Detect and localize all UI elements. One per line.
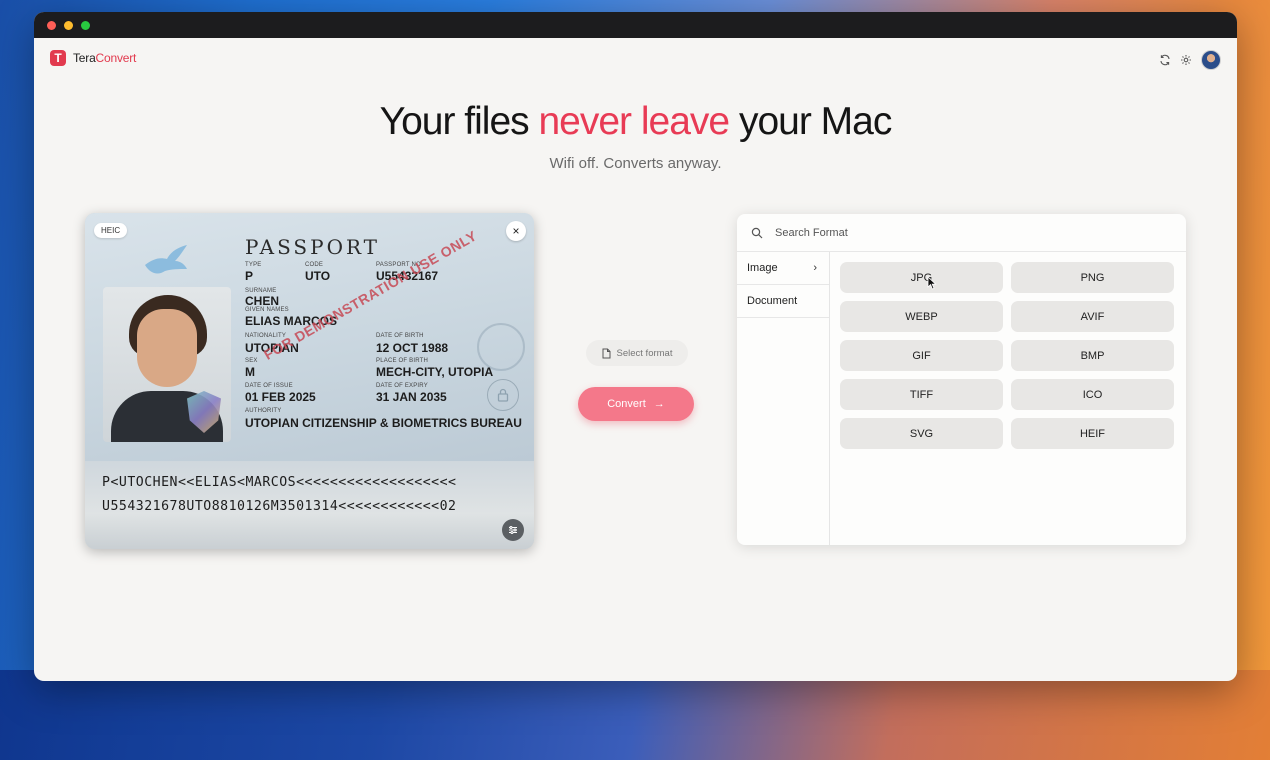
dob-label: DATE OF BIRTH — [376, 333, 424, 339]
select-format-button[interactable]: Select format — [586, 340, 688, 366]
header-actions — [1159, 50, 1221, 70]
app-header: T TeraConvert — [50, 50, 1221, 70]
authority-label: AUTHORITY — [245, 408, 282, 414]
minimize-window-button[interactable] — [64, 20, 73, 30]
lock-watermark-icon — [487, 379, 519, 411]
desktop-wallpaper — [0, 670, 1270, 760]
title-accent: never leave — [538, 100, 730, 143]
search-format-input[interactable] — [773, 225, 1157, 240]
format-gif[interactable]: GIF — [840, 340, 1003, 371]
category-list: Image › Document — [737, 252, 830, 545]
sliders-icon — [509, 526, 517, 534]
format-label: HEIF — [1079, 427, 1106, 440]
zoom-window-button[interactable] — [81, 20, 90, 30]
format-label: SVG — [909, 427, 934, 440]
select-format-label: Select format — [616, 347, 673, 359]
convert-label: Convert — [607, 398, 646, 410]
category-image[interactable]: Image › — [737, 252, 829, 285]
document-icon — [602, 348, 611, 358]
title-part-1: Your files — [379, 100, 539, 143]
format-label: PNG — [1080, 271, 1105, 284]
close-window-button[interactable] — [47, 20, 56, 30]
issue-date-label: DATE OF ISSUE — [245, 383, 293, 389]
issue-date-value: 01 FEB 2025 — [245, 390, 316, 404]
convert-button[interactable]: Convert → — [578, 387, 694, 421]
category-label: Image — [747, 262, 778, 274]
given-names-label: GIVEN NAMES — [245, 307, 289, 313]
expiry-date-label: DATE OF EXPIRY — [376, 383, 428, 389]
app-name-accent: Convert — [95, 51, 137, 65]
remove-file-button[interactable]: × — [506, 221, 526, 241]
format-badge: HEIC — [94, 223, 128, 238]
format-heif[interactable]: HEIF — [1011, 418, 1174, 449]
expiry-date-value: 31 JAN 2035 — [376, 390, 447, 404]
sex-label: SEX — [245, 358, 258, 364]
format-svg[interactable]: SVG — [840, 418, 1003, 449]
format-webp[interactable]: WEBP — [840, 301, 1003, 332]
format-png[interactable]: PNG — [1011, 262, 1174, 293]
pob-label: PLACE OF BIRTH — [376, 358, 429, 364]
title-part-2: your Mac — [729, 100, 892, 143]
title-bar — [34, 12, 1237, 38]
passport-photo — [103, 287, 231, 442]
type-value: P — [245, 269, 254, 283]
app-name: TeraConvert — [73, 51, 136, 65]
format-picker: Image › Document JPG PNG WEBP AVIF GIF B… — [737, 214, 1186, 545]
chevron-right-icon: › — [813, 262, 817, 274]
format-label: ICO — [1082, 388, 1103, 401]
category-document[interactable]: Document — [737, 285, 829, 318]
user-avatar[interactable] — [1201, 50, 1221, 70]
dove-emblem-icon — [145, 245, 187, 274]
mrz-line-1: P<UTOCHEN<<ELIAS<MARCOS<<<<<<<<<<<<<<<<<… — [102, 475, 457, 490]
category-label: Document — [747, 295, 798, 307]
app-logo: T TeraConvert — [50, 50, 136, 66]
close-icon: × — [512, 224, 520, 238]
type-label: TYPE — [245, 262, 262, 268]
format-tiff[interactable]: TIFF — [840, 379, 1003, 410]
format-search — [737, 214, 1186, 252]
format-label: AVIF — [1080, 310, 1105, 323]
dob-value: 12 OCT 1988 — [376, 341, 449, 355]
format-label: BMP — [1080, 349, 1105, 362]
fingerprint-watermark-icon — [477, 323, 525, 371]
gear-icon[interactable] — [1180, 54, 1192, 66]
format-avif[interactable]: AVIF — [1011, 301, 1174, 332]
page-subtitle: Wifi off. Converts anyway. — [549, 155, 722, 172]
format-label: GIF — [912, 349, 931, 362]
sex-value: M — [245, 365, 255, 379]
mouse-pointer-icon — [927, 276, 937, 290]
mrz-line-2: U554321678UTO8810126M3501314<<<<<<<<<<<<… — [102, 499, 457, 514]
code-label: CODE — [305, 262, 324, 268]
format-label: TIFF — [909, 388, 934, 401]
format-grid: JPG PNG WEBP AVIF GIF BMP TIFF ICO SVG H… — [840, 262, 1174, 449]
refresh-icon[interactable] — [1159, 54, 1171, 66]
adjust-settings-button[interactable] — [502, 519, 524, 541]
format-jpg[interactable]: JPG — [840, 262, 1003, 293]
page-title: Your files never leave your Mac — [34, 100, 1237, 144]
authority-value: UTOPIAN CITIZENSHIP & BIOMETRICS BUREAU — [245, 416, 522, 430]
pob-value: MECH-CITY, UTOPIA — [376, 365, 494, 379]
search-icon — [751, 227, 763, 239]
file-preview: PASSPORT TYPE P CODE UTO PASSPORT NO U55… — [85, 213, 534, 549]
format-bmp[interactable]: BMP — [1011, 340, 1174, 371]
arrow-right-icon: → — [653, 398, 665, 410]
logo-mark-icon: T — [50, 50, 66, 66]
format-label: WEBP — [905, 310, 938, 323]
surname-value: CHEN — [245, 294, 280, 308]
format-ico[interactable]: ICO — [1011, 379, 1174, 410]
code-value: UTO — [305, 269, 331, 283]
passport-heading: PASSPORT — [245, 235, 381, 259]
app-window: T TeraConvert Your files never leave you… — [34, 12, 1237, 681]
app-name-prefix: Tera — [73, 51, 96, 65]
